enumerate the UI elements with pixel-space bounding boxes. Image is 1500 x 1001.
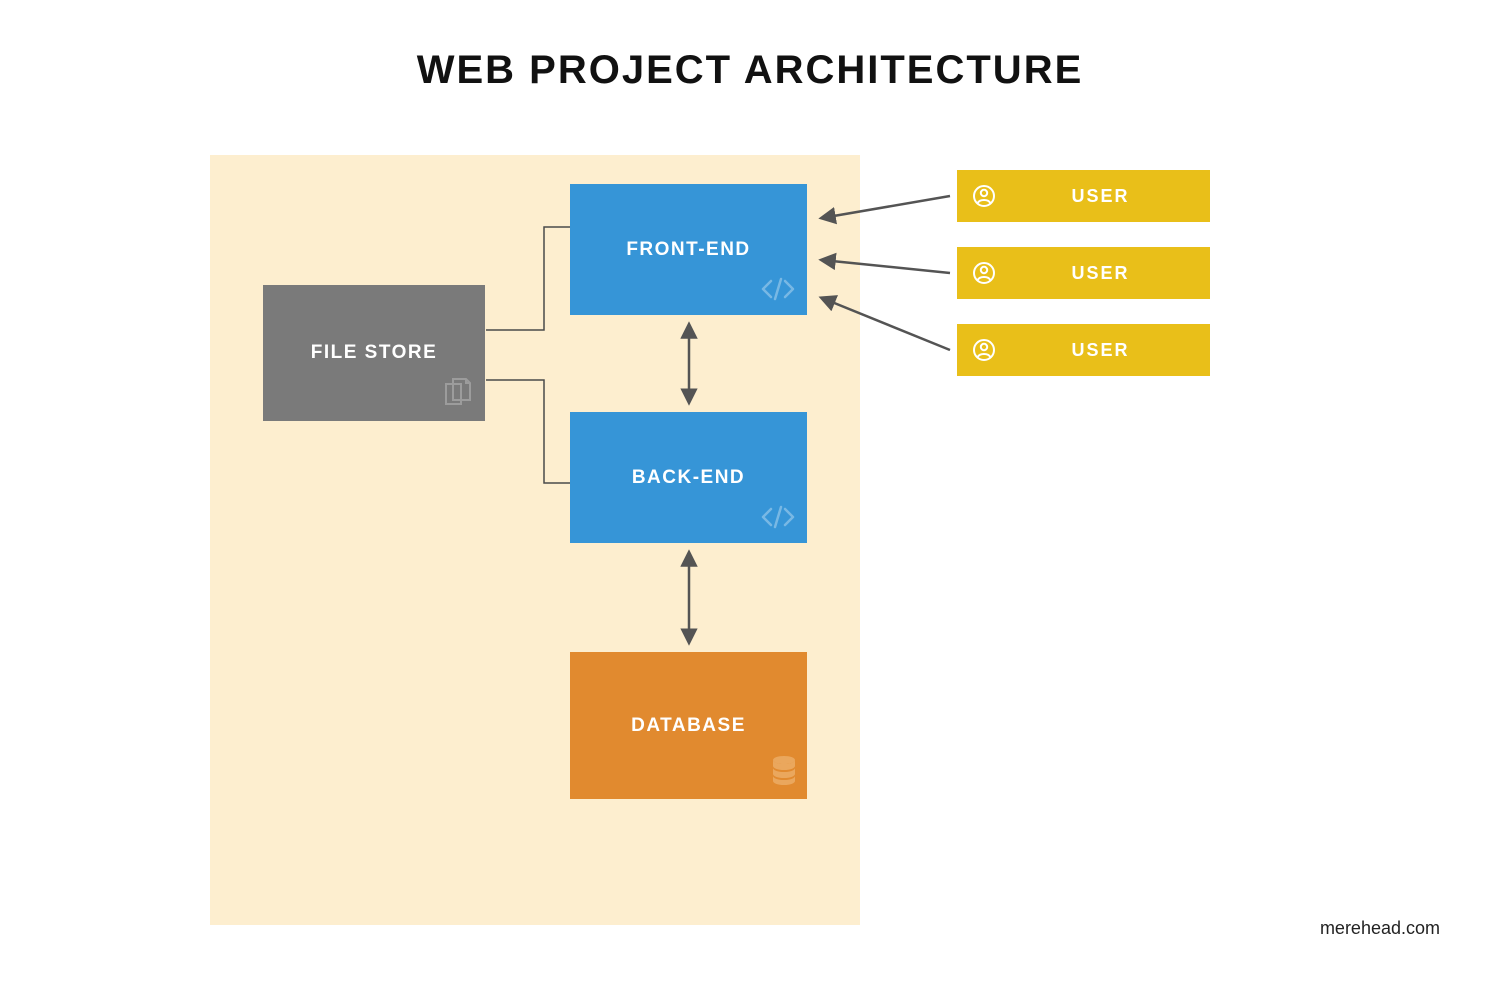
- arrows-overlay: [0, 0, 1500, 1001]
- attribution-text: merehead.com: [1320, 918, 1440, 939]
